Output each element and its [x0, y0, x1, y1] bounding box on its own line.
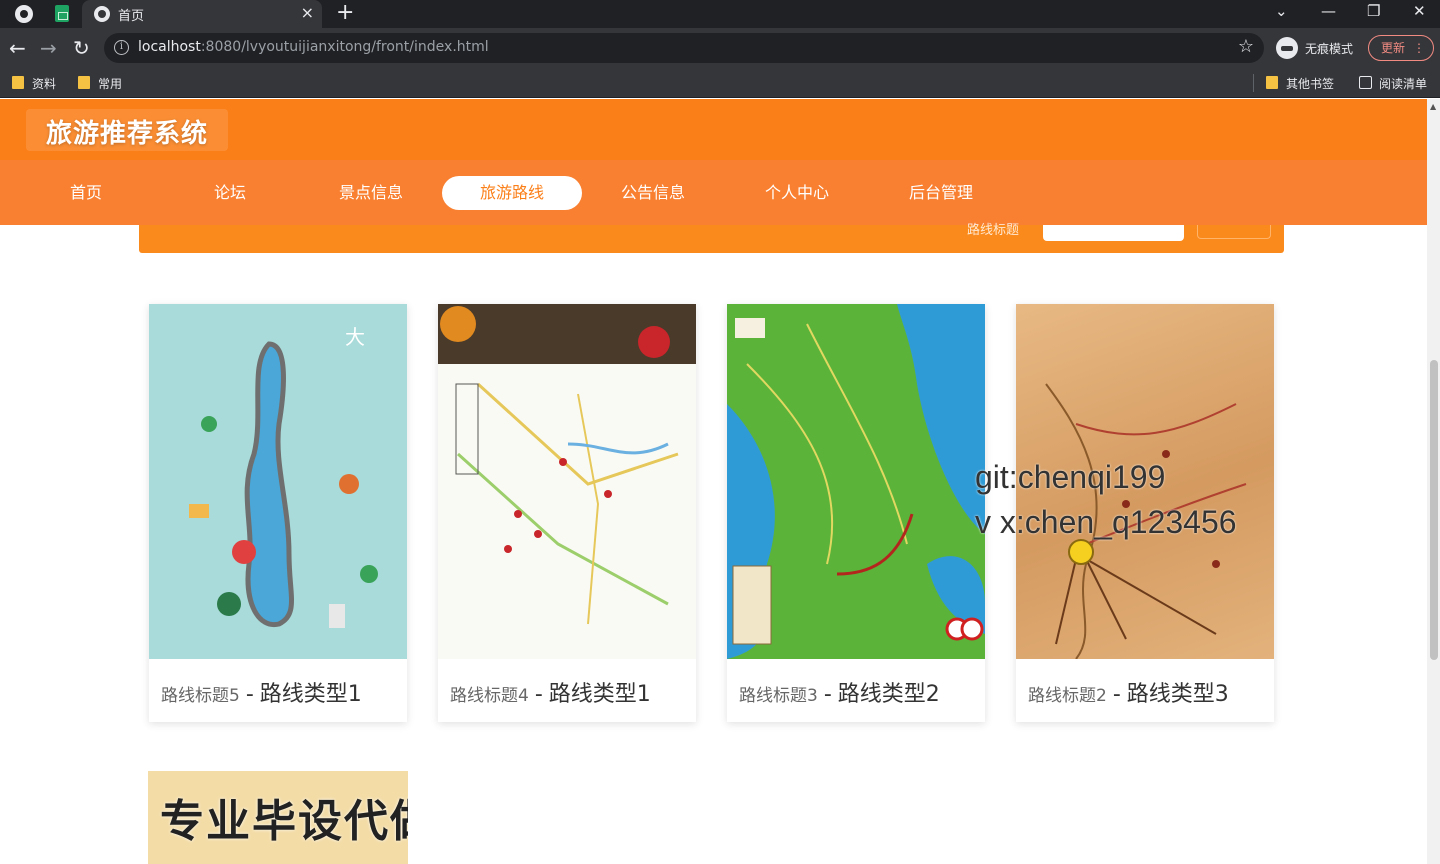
caption-separator: -: [1112, 682, 1121, 707]
search-bar: 路线标题: [139, 223, 1284, 253]
bookmark-other[interactable]: 其他书签: [1266, 75, 1334, 92]
map-icon: 大: [189, 325, 378, 628]
nav-attractions[interactable]: 景点信息: [301, 176, 441, 210]
search-button[interactable]: [1197, 225, 1271, 239]
folder-icon: [1266, 76, 1278, 89]
route-image[interactable]: [438, 304, 696, 659]
incognito-label[interactable]: 无痕模式: [1305, 40, 1353, 57]
url-text[interactable]: localhost:8080/lvyoutuijianxitong/front/…: [138, 39, 489, 55]
site-title: 旅游推荐系统: [26, 109, 229, 151]
close-window-button[interactable]: ✕: [1413, 2, 1426, 20]
incognito-icon[interactable]: [1276, 37, 1298, 59]
restore-button[interactable]: ❐: [1367, 2, 1380, 20]
bookmark-folder-ziliao[interactable]: 资料: [12, 75, 56, 92]
map-icon: [438, 304, 696, 625]
tab-search-icon[interactable]: ⌄: [1275, 2, 1288, 20]
route-title: 路线标题5: [161, 686, 240, 706]
bookmark-label: 常用: [98, 77, 123, 91]
route-type: 路线类型1: [548, 682, 651, 707]
ad-overlay-text: 专业毕设代做: [160, 796, 408, 847]
nav-admin[interactable]: 后台管理: [871, 176, 1011, 210]
bookmark-label: 资料: [32, 77, 57, 91]
route-title: 路线标题3: [739, 686, 818, 706]
caption-separator: -: [823, 682, 832, 707]
search-input[interactable]: [1043, 225, 1184, 241]
caption-separator: -: [245, 682, 254, 707]
reading-list[interactable]: 阅读清单: [1359, 75, 1427, 92]
nav-profile[interactable]: 个人中心: [727, 176, 867, 210]
main-nav: 首页 论坛 景点信息 旅游路线 公告信息 个人中心 后台管理: [0, 160, 1427, 225]
bookmarks-bar: 资料 常用 其他书签 阅读清单: [0, 68, 1440, 98]
scrollbar-thumb[interactable]: [1430, 360, 1438, 660]
back-button[interactable]: ←: [9, 36, 26, 60]
route-image[interactable]: [727, 304, 985, 659]
route-type: 路线类型3: [1126, 682, 1229, 707]
tab-title: 首页: [118, 9, 145, 24]
scroll-up-arrow-icon[interactable]: ▲: [1430, 102, 1436, 111]
watermark-line-2: v x:chen_q123456: [975, 504, 1237, 540]
route-type: 路线类型2: [837, 682, 940, 707]
route-caption[interactable]: 路线标题4- 路线类型1: [450, 676, 651, 708]
route-image[interactable]: 大: [149, 304, 407, 659]
more-menu-icon[interactable]: ⋮: [1413, 36, 1425, 60]
tab-close-icon[interactable]: ×: [301, 3, 314, 22]
pinned-tab-sheet-icon[interactable]: [55, 5, 69, 22]
folder-icon: [78, 76, 90, 89]
bookmark-label: 其他书签: [1286, 77, 1335, 91]
route-card[interactable]: 路线标题3- 路线类型2: [727, 304, 985, 722]
route-caption[interactable]: 路线标题3- 路线类型2: [739, 676, 940, 708]
nav-announcements[interactable]: 公告信息: [583, 176, 723, 210]
bookmark-folder-changyong[interactable]: 常用: [78, 75, 122, 92]
new-tab-button[interactable]: +: [336, 0, 354, 26]
globe-icon: [94, 6, 110, 22]
route-title: 路线标题4: [450, 686, 529, 706]
page-viewport: 旅游推荐系统 首页 论坛 景点信息 旅游路线 公告信息 个人中心 后台管理 路线…: [0, 99, 1427, 864]
route-caption[interactable]: 路线标题2- 路线类型3: [1028, 676, 1229, 708]
route-type: 路线类型1: [259, 682, 362, 707]
svg-text:大: 大: [345, 325, 365, 349]
url-path: :8080/lvyoutuijianxitong/front/index.htm…: [200, 39, 489, 55]
route-card[interactable]: 大 路线标题5- 路线类型1: [149, 304, 407, 722]
route-card[interactable]: 路线标题4- 路线类型1: [438, 304, 696, 722]
nav-routes[interactable]: 旅游路线: [442, 176, 582, 210]
folder-icon: [12, 76, 24, 89]
map-icon: [727, 304, 985, 659]
forward-button[interactable]: →: [40, 36, 57, 60]
minimize-button[interactable]: —: [1321, 2, 1336, 20]
bookmarks-divider: [1253, 74, 1254, 92]
tab-home[interactable]: 首页 ×: [82, 0, 322, 28]
bookmark-star-icon[interactable]: ☆: [1238, 36, 1254, 57]
watermark-line-1: git:chenqi199: [975, 459, 1166, 495]
route-title: 路线标题2: [1028, 686, 1107, 706]
chrome-menu-icon[interactable]: [15, 5, 33, 23]
browser-tab-bar: 首页 × + ⌄ — ❐ ✕: [0, 0, 1440, 28]
site-info-icon[interactable]: i: [114, 40, 129, 55]
reading-list-icon: [1359, 76, 1372, 89]
nav-forum[interactable]: 论坛: [160, 176, 300, 210]
reload-button[interactable]: ↻: [73, 36, 90, 60]
bookmark-label: 阅读清单: [1379, 77, 1428, 91]
caption-separator: -: [534, 682, 543, 707]
site-header: 旅游推荐系统: [0, 99, 1427, 160]
ad-overlay-banner: 专业毕设代做: [148, 771, 408, 864]
browser-toolbar: ← → ↻ i localhost:8080/lvyoutuijianxiton…: [0, 28, 1440, 68]
url-host: localhost: [138, 39, 201, 55]
update-button[interactable]: 更新 ⋮: [1368, 35, 1434, 61]
nav-home[interactable]: 首页: [16, 176, 156, 210]
address-bar[interactable]: i localhost:8080/lvyoutuijianxitong/fron…: [104, 33, 1264, 63]
search-label: 路线标题: [967, 223, 1020, 238]
route-caption[interactable]: 路线标题5- 路线类型1: [161, 676, 362, 708]
update-label: 更新: [1381, 41, 1406, 55]
